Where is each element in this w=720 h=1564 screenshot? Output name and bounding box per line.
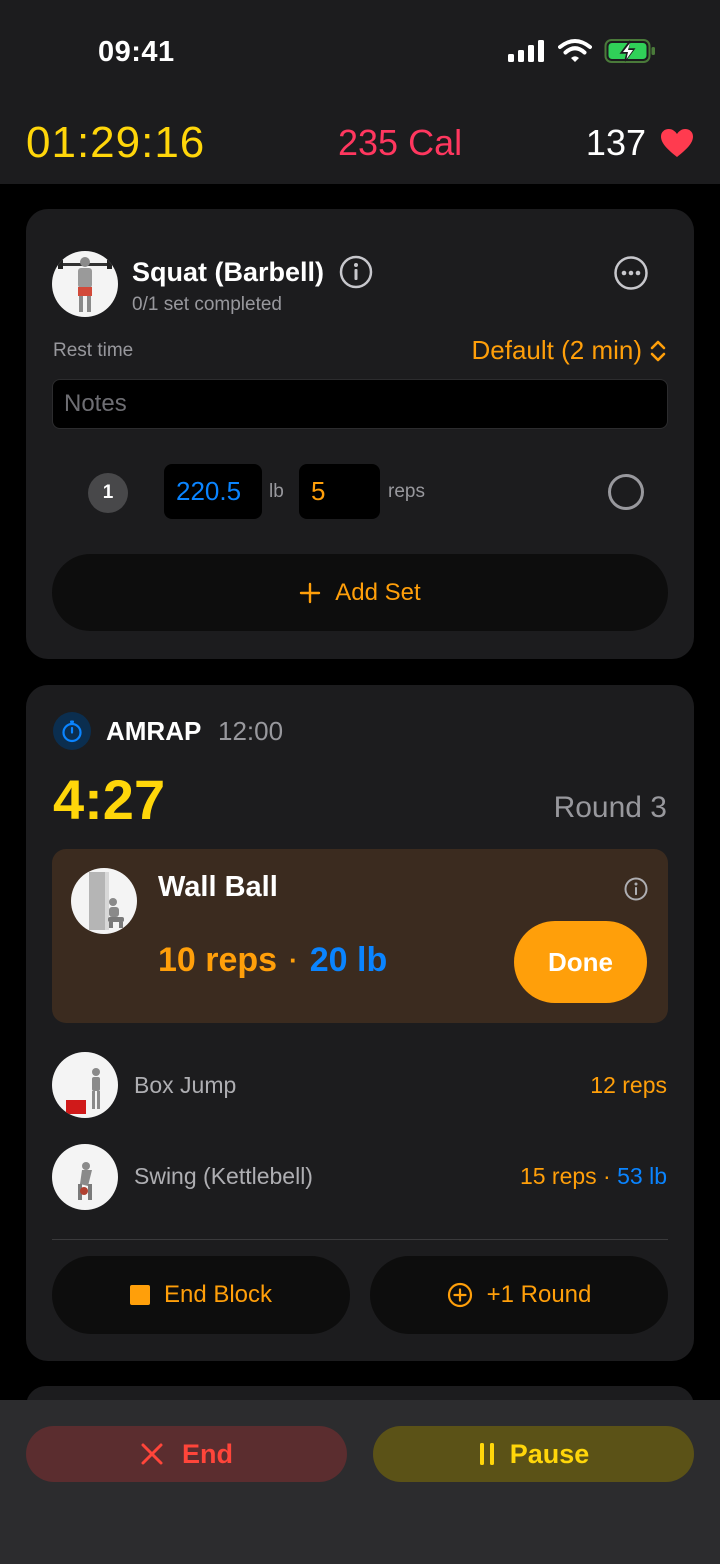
divider [52, 1239, 668, 1240]
amrap-duration: 12:00 [218, 716, 284, 746]
status-icons [508, 38, 656, 64]
exercise-row-target: 15 reps · 53 lb [520, 1163, 667, 1190]
bottom-action-bar: End Pause [0, 1400, 720, 1564]
stop-icon [129, 1285, 150, 1305]
exercise-row-name: Box Jump [134, 1072, 237, 1098]
end-block-label: End Block [163, 1281, 273, 1308]
chevron-updown-icon [650, 340, 666, 361]
status-bar: 09:41 [0, 0, 720, 100]
add-set-button[interactable]: Add Set [52, 554, 668, 631]
exercise-row-weight: 53 lb [617, 1163, 667, 1189]
plus-round-button[interactable]: +1 Round [370, 1256, 668, 1334]
current-exercise-avatar [71, 868, 137, 934]
weight-unit: lb [269, 481, 284, 502]
current-exercise-name: Wall Ball [158, 871, 278, 903]
exercise-avatar [52, 1144, 118, 1210]
current-exercise-card: Wall Ball 10 reps · 20 lb Done [52, 849, 668, 1023]
add-set-label: Add Set [335, 578, 421, 606]
done-button[interactable]: Done [514, 921, 647, 1003]
plus-circle-icon [447, 1282, 472, 1308]
current-reps: 10 reps [158, 941, 278, 979]
more-icon[interactable] [613, 255, 649, 291]
set-complete-checkbox[interactable] [608, 474, 644, 510]
pause-label: Pause [509, 1438, 590, 1469]
wifi-icon [558, 39, 592, 62]
round-label: Round 3 [553, 791, 667, 824]
exercise-row-target: 12 reps [590, 1072, 667, 1099]
plus-icon [300, 582, 321, 603]
status-time: 09:41 [98, 36, 175, 68]
current-exercise-target: 10 reps · 20 lb [158, 941, 387, 980]
separator-dot: · [596, 1163, 618, 1189]
heart-rate-value: 137 [585, 122, 646, 163]
amrap-card: AMRAP 12:00 4:27 Round 3 Wall Ball 10 re… [26, 685, 694, 1361]
exercise-avatar [52, 1052, 118, 1118]
pause-button[interactable]: Pause [373, 1426, 694, 1482]
heart-rate: 137 [586, 122, 694, 164]
end-block-button[interactable]: End Block [52, 1256, 350, 1334]
countdown-timer: 4:27 [53, 768, 166, 831]
reps-input[interactable]: 5 [299, 464, 380, 519]
set-number: 1 [88, 473, 128, 513]
notes-field[interactable]: Notes [52, 379, 668, 429]
rest-time-value: Default (2 min) [471, 335, 643, 365]
separator-dot: · [289, 945, 298, 975]
calories: 235 Cal [338, 122, 463, 163]
rest-time-label: Rest time [53, 340, 134, 361]
close-icon [141, 1443, 163, 1465]
end-label: End [182, 1438, 233, 1469]
timer-icon [53, 712, 91, 750]
current-weight: 20 lb [309, 941, 388, 979]
exercise-row-reps: 15 reps [519, 1163, 597, 1189]
exercise-card: Squat (Barbell) 0/1 set completed Rest t… [26, 209, 694, 659]
exercise-row-name: Swing (Kettlebell) [134, 1163, 313, 1189]
exercise-avatar [52, 251, 118, 317]
info-icon[interactable] [339, 255, 373, 289]
exercise-progress: 0/1 set completed [132, 294, 282, 315]
weight-input[interactable]: 220.5 [164, 464, 262, 519]
notes-placeholder: Notes [64, 390, 127, 417]
amrap-label: AMRAP [106, 716, 202, 746]
exercise-row-reps: 12 reps [590, 1072, 667, 1098]
info-icon[interactable] [624, 877, 648, 901]
heart-icon [661, 129, 693, 157]
reps-unit: reps [388, 481, 425, 502]
exercise-name[interactable]: Squat (Barbell) [132, 257, 324, 288]
workout-header: 01:29:16 235 Cal 137 [0, 100, 720, 184]
end-workout-button[interactable]: End [26, 1426, 347, 1482]
plus-round-label: +1 Round [486, 1281, 592, 1308]
pause-icon [479, 1443, 494, 1465]
rest-time-picker[interactable]: Default (2 min) [472, 335, 667, 366]
elapsed-time: 01:29:16 [26, 118, 206, 167]
signal-icon [508, 40, 544, 62]
battery-charging-icon [604, 39, 655, 63]
